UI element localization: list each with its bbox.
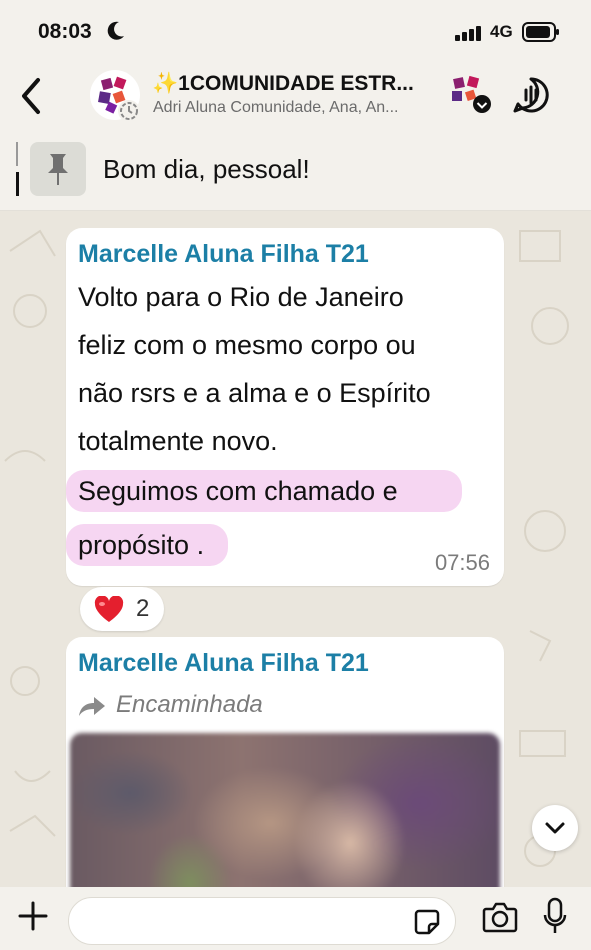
reaction-count: 2 (136, 595, 150, 622)
moon-icon (107, 21, 124, 40)
camera-icon[interactable] (482, 901, 518, 933)
pin-icon-box (30, 142, 86, 196)
sender-name[interactable]: Marcelle Aluna Filha T21 (78, 649, 369, 678)
message-input[interactable] (68, 897, 456, 945)
chat-participants[interactable]: Adri Aluna Comunidade, Ana, An... (153, 99, 399, 117)
signal-icon (455, 26, 481, 41)
plus-icon[interactable] (16, 899, 50, 933)
message-line: feliz com o mesmo corpo ou (78, 330, 416, 360)
chat-title[interactable]: ✨1COMUNIDADE ESTR... (152, 72, 414, 96)
message-line: Volto para o Rio de Janeiro (78, 282, 404, 312)
battery-icon (522, 22, 559, 42)
highlighted-line: propósito . (78, 530, 205, 560)
message-line: totalmente novo. (78, 426, 278, 456)
forwarded-label: Encaminhada (116, 691, 263, 718)
heart-icon (94, 596, 124, 622)
reaction-pill[interactable]: 2 (80, 587, 164, 631)
message-bubble[interactable]: Marcelle Aluna Filha T21 Volto para o Ri… (66, 228, 504, 586)
pin-indicator (16, 142, 19, 196)
sender-name[interactable]: Marcelle Aluna Filha T21 (78, 240, 369, 269)
status-bar: 08:03 4G (0, 0, 591, 62)
forward-icon (79, 697, 105, 716)
network-label: 4G (490, 22, 513, 41)
call-icon[interactable] (510, 74, 552, 116)
mic-icon[interactable] (542, 897, 568, 937)
message-bubble[interactable]: Marcelle Aluna Filha T21 Encaminhada (66, 637, 504, 887)
chat-area[interactable]: Marcelle Aluna Filha T21 Volto para o Ri… (0, 211, 591, 887)
status-ring-icon (118, 100, 140, 122)
scroll-to-bottom-button[interactable] (532, 805, 578, 851)
shared-photo[interactable] (70, 733, 500, 887)
message-time: 07:56 (434, 550, 490, 575)
status-time: 08:03 (38, 20, 92, 43)
back-icon[interactable] (16, 74, 48, 118)
pinned-message-banner[interactable]: Bom dia, pessoal! (0, 130, 591, 211)
community-avatar[interactable] (448, 72, 492, 116)
chat-header: ✨1COMUNIDADE ESTR... Adri Aluna Comunida… (0, 62, 591, 130)
composer-bar (0, 887, 591, 950)
pinned-text: Bom dia, pessoal! (103, 154, 310, 184)
chevron-down-icon (545, 822, 565, 834)
highlighted-line: Seguimos com chamado e (78, 476, 398, 506)
message-line: não rsrs e a alma e o Espírito (78, 378, 431, 408)
pin-icon (48, 154, 68, 185)
sticker-icon[interactable] (414, 909, 440, 935)
